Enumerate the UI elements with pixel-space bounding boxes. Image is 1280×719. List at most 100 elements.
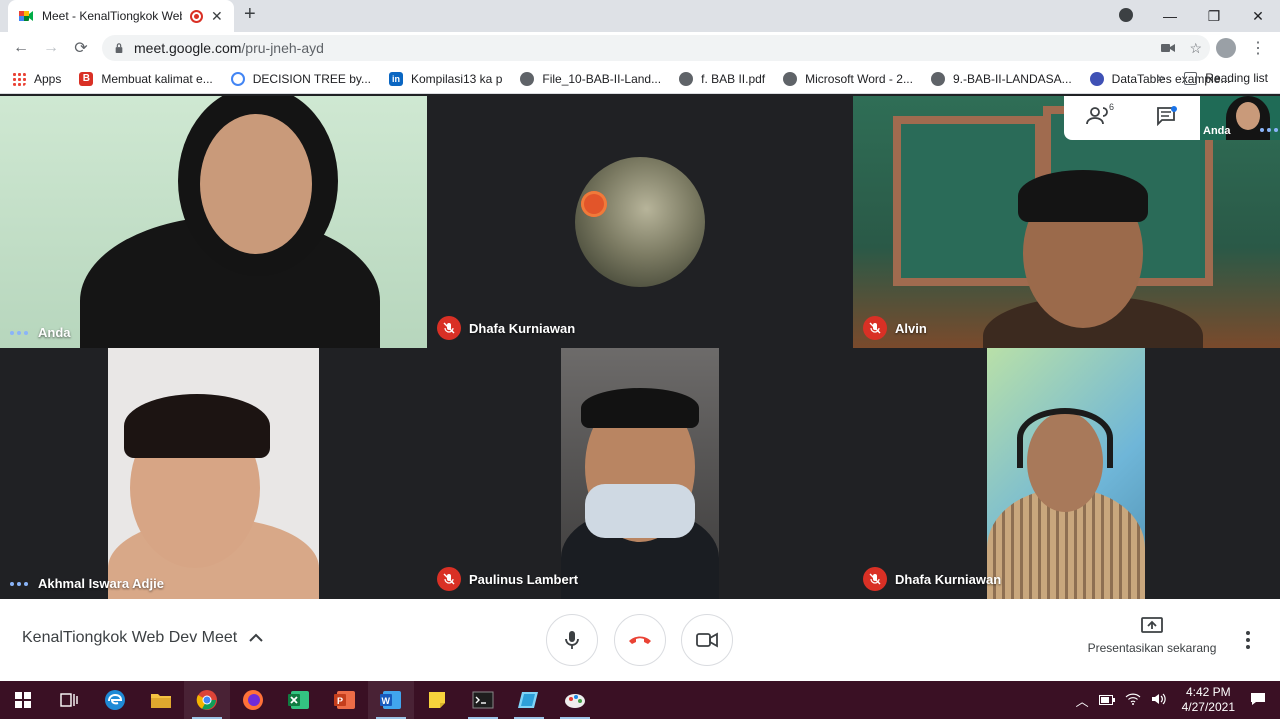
bookmark-item[interactable]: 9.-BAB-II-LANDASA... (930, 71, 1072, 86)
bookmark-label: DECISION TREE by... (252, 71, 371, 86)
close-tab-icon[interactable]: ✕ (211, 8, 223, 25)
participant-tile-anda[interactable]: Anda (0, 96, 427, 348)
browser-tab-meet[interactable]: Meet - KenalTiongkok Web D ✕ (8, 0, 234, 32)
globe-icon (783, 71, 798, 86)
notifications-icon[interactable] (1250, 692, 1266, 709)
bookmark-label: File_10-BAB-II-Land... (542, 71, 662, 86)
camera-button[interactable] (681, 614, 733, 666)
lock-icon (115, 43, 123, 53)
volume-icon[interactable] (1151, 693, 1167, 708)
meeting-details-button[interactable]: KenalTiongkok Web Dev Meet (22, 629, 263, 647)
reading-list-button[interactable]: Reading list (1184, 71, 1268, 85)
clock-time: 4:42 PM (1185, 685, 1231, 699)
present-now-button[interactable]: Presentasikan sekarang (1080, 617, 1224, 655)
microphone-button[interactable] (546, 614, 598, 666)
bookmark-item[interactable]: Microsoft Word - 2... (783, 71, 913, 86)
task-view-icon[interactable] (46, 681, 92, 719)
new-tab-button[interactable]: + (244, 3, 256, 26)
participant-video (561, 348, 719, 599)
browser-toolbar: ← → ⟳ meet.google.com/pru-jneh-ayd ☆ ⋮ (0, 32, 1280, 64)
leave-call-button[interactable] (614, 614, 666, 666)
globe-icon (930, 71, 945, 86)
more-bookmarks-icon[interactable]: » (1157, 70, 1164, 85)
hair-shape (581, 388, 699, 428)
participant-name-text: Dhafa Kurniawan (469, 320, 576, 336)
bookmark-b-icon: B (79, 71, 94, 86)
bookmark-apps[interactable]: Apps (12, 71, 61, 86)
sticky-notes-icon[interactable] (414, 681, 460, 719)
chrome-icon[interactable] (184, 681, 230, 719)
face-mask-shape (585, 484, 695, 538)
maximize-icon[interactable]: ❐ (1192, 8, 1236, 25)
participant-tile-dhafa[interactable]: Dhafa Kurniawan (427, 96, 853, 348)
terminal-icon[interactable] (460, 681, 506, 719)
url-text: meet.google.com/pru-jneh-ayd (134, 40, 324, 56)
back-icon[interactable]: ← (6, 39, 36, 57)
profile-avatar[interactable] (1216, 38, 1236, 58)
edge-icon[interactable] (92, 681, 138, 719)
start-icon[interactable] (0, 681, 46, 719)
participant-name-text: Anda (38, 325, 71, 340)
bookmark-item[interactable]: in Kompilasi13 ka p (388, 71, 503, 86)
file-explorer-icon[interactable] (138, 681, 184, 719)
speaking-indicator-icon (1260, 128, 1278, 132)
close-window-icon[interactable]: ✕ (1236, 8, 1280, 25)
meeting-controls-bar: KenalTiongkok Web Dev Meet Presentasikan… (0, 599, 1280, 681)
address-bar[interactable]: meet.google.com/pru-jneh-ayd ☆ (102, 35, 1210, 61)
participant-video (108, 348, 319, 599)
show-hidden-icons-icon[interactable]: ︿ (1076, 691, 1089, 710)
app-icon[interactable] (506, 681, 552, 719)
microphone-icon (565, 631, 579, 649)
bookmark-item[interactable]: DECISION TREE by... (230, 71, 371, 86)
bookmark-item[interactable]: File_10-BAB-II-Land... (520, 71, 662, 86)
profile-menu-icon[interactable] (1104, 7, 1148, 25)
bookmark-star-icon[interactable]: ☆ (1189, 40, 1202, 57)
flower-ornament (581, 191, 607, 217)
globe-icon (520, 71, 535, 86)
bookmark-label: Kompilasi13 ka p (410, 71, 503, 86)
reading-list-icon (1184, 71, 1198, 85)
powerpoint-icon[interactable]: P (322, 681, 368, 719)
mic-off-icon (437, 567, 461, 591)
meeting-panel-card: 6 (1064, 96, 1200, 140)
participant-video (987, 348, 1145, 599)
word-icon[interactable]: W (368, 681, 414, 719)
face-shape (1236, 102, 1260, 130)
wifi-icon[interactable] (1125, 693, 1141, 708)
battery-icon[interactable] (1098, 693, 1115, 708)
clock-date: 4/27/2021 (1181, 700, 1235, 714)
people-count-badge: 6 (1108, 101, 1114, 112)
paint-icon[interactable] (552, 681, 598, 719)
participant-name: Anda (10, 325, 71, 340)
chat-icon[interactable] (1156, 105, 1178, 131)
firefox-icon[interactable] (230, 681, 276, 719)
headphones-shape (1017, 408, 1113, 468)
video-grid: Anda Dhafa Kurniawan Alvin Akhmal Iswara… (0, 96, 1280, 599)
hair-shape (1018, 170, 1148, 222)
present-now-label: Presentasikan sekarang (1087, 641, 1217, 655)
participant-tile-dhafa-video[interactable]: Dhafa Kurniawan (853, 348, 1280, 599)
reload-icon[interactable]: ⟳ (66, 38, 96, 58)
chrome-menu-icon[interactable]: ⋮ (1250, 38, 1266, 58)
bookmark-item[interactable]: B Membuat kalimat e... (79, 71, 213, 86)
speaking-indicator-icon (10, 581, 28, 586)
svg-text:W: W (382, 696, 391, 706)
speaking-indicator-icon (10, 330, 28, 335)
forward-icon[interactable]: → (36, 39, 66, 57)
minimize-icon[interactable]: — (1148, 8, 1192, 24)
more-options-icon[interactable] (1246, 631, 1250, 649)
meeting-title: KenalTiongkok Web Dev Meet (22, 629, 238, 646)
excel-icon[interactable] (276, 681, 322, 719)
globe-icon (679, 71, 694, 86)
participant-tile-akhmal[interactable]: Akhmal Iswara Adjie (0, 348, 427, 599)
bookmark-circle-icon (230, 71, 245, 86)
people-icon[interactable]: 6 (1086, 102, 1114, 131)
participant-tile-paulinus[interactable]: Paulinus Lambert (427, 348, 853, 599)
taskbar-clock[interactable]: 4:42 PM 4/27/2021 (1182, 685, 1235, 715)
camera-in-use-icon[interactable] (1161, 40, 1176, 56)
reading-list-label: Reading list (1205, 71, 1268, 85)
participant-avatar (575, 157, 705, 287)
self-preview[interactable]: Anda (1200, 96, 1280, 140)
participant-name: Alvin (863, 316, 927, 340)
bookmark-item[interactable]: f. BAB II.pdf (679, 71, 765, 86)
